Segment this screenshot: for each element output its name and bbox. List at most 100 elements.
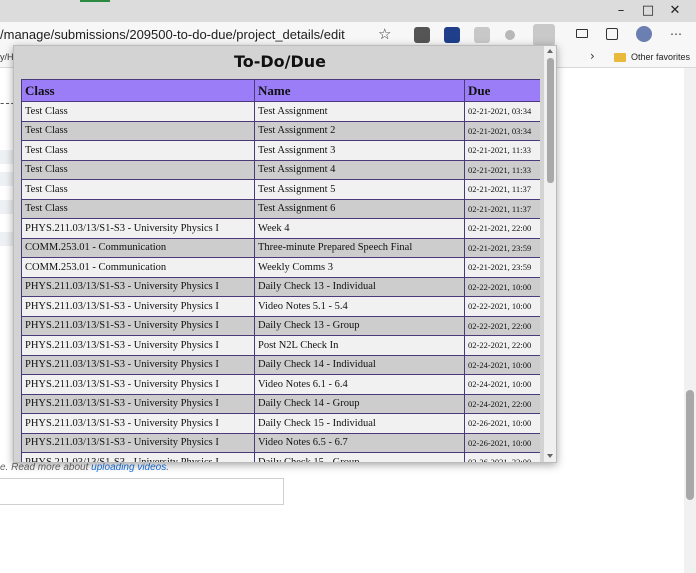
- cell-class: PHYS.211.03/13/S1-S3 - University Physic…: [21, 374, 255, 395]
- cell-class: Test Class: [21, 101, 255, 122]
- table-row[interactable]: PHYS.211.03/13/S1-S3 - University Physic…: [21, 393, 540, 414]
- cell-name: Daily Check 15 - Group: [254, 452, 465, 462]
- cell-due: 02-21-2021, 11:33: [464, 159, 540, 180]
- column-header-due[interactable]: Due: [464, 79, 540, 102]
- cell-class: Test Class: [21, 120, 255, 141]
- other-favorites[interactable]: Other favorites: [631, 52, 690, 62]
- cell-class: COMM.253.01 - Communication: [21, 257, 255, 278]
- cell-class: PHYS.211.03/13/S1-S3 - University Physic…: [21, 218, 255, 239]
- cell-name: Test Assignment 5: [254, 179, 465, 200]
- todo-table-container: Class Name Due Test Class Test Assignment…: [21, 79, 540, 462]
- cell-name: Test Assignment 4: [254, 159, 465, 180]
- cell-due: 02-26-2021, 22:00: [464, 452, 540, 462]
- table-row[interactable]: PHYS.211.03/13/S1-S3 - University Physic…: [21, 335, 540, 356]
- cell-due: 02-26-2021, 10:00: [464, 413, 540, 434]
- extension-icon[interactable]: [444, 27, 460, 43]
- cell-name: Test Assignment 6: [254, 198, 465, 219]
- popup-scrollbar[interactable]: [544, 46, 556, 462]
- page-scrollbar[interactable]: [684, 68, 696, 573]
- cell-due: 02-21-2021, 03:34: [464, 120, 540, 141]
- table-row[interactable]: PHYS.211.03/13/S1-S3 - University Physic…: [21, 374, 540, 395]
- table-row[interactable]: PHYS.211.03/13/S1-S3 - University Physic…: [21, 315, 540, 336]
- popup-title: To-Do/Due: [233, 52, 327, 71]
- cell-due: 02-22-2021, 22:00: [464, 315, 540, 336]
- table-row[interactable]: Test Class Test Assignment 5 02-21-2021, 1…: [21, 179, 540, 200]
- table-row[interactable]: PHYS.211.03/13/S1-S3 - University Physic…: [21, 452, 540, 462]
- cell-name: Daily Check 14 - Group: [254, 393, 465, 414]
- cell-name: Post N2L Check In: [254, 335, 465, 356]
- minimize-icon[interactable]: –: [612, 3, 630, 19]
- page-scrollbar-thumb[interactable]: [686, 390, 694, 500]
- cell-class: Test Class: [21, 179, 255, 200]
- cell-due: 02-22-2021, 22:00: [464, 335, 540, 356]
- cell-name: Test Assignment 3: [254, 140, 465, 161]
- upload-hint: e. Read more about uploading videos.: [0, 462, 169, 473]
- todo-due-popup: To-Do/Due Class Name Due Test Class Test …: [13, 45, 557, 463]
- table-body: Test Class Test Assignment 02-21-2021, 03:…: [21, 101, 540, 462]
- maximize-icon[interactable]: □: [639, 3, 657, 19]
- cell-class: PHYS.211.03/13/S1-S3 - University Physic…: [21, 276, 255, 297]
- table-row[interactable]: PHYS.211.03/13/S1-S3 - University Physic…: [21, 218, 540, 239]
- cell-class: Test Class: [21, 159, 255, 180]
- chevron-right-icon[interactable]: ›: [590, 49, 595, 63]
- more-menu-icon[interactable]: ⋯: [670, 27, 682, 41]
- cell-class: PHYS.211.03/13/S1-S3 - University Physic…: [21, 393, 255, 414]
- cell-name: Weekly Comms 3: [254, 257, 465, 278]
- extension-icon[interactable]: [474, 27, 490, 43]
- table-header-row: Class Name Due: [21, 79, 540, 102]
- extension-icon[interactable]: [505, 30, 515, 40]
- scroll-up-arrow-icon[interactable]: [547, 49, 553, 53]
- cell-name: Test Assignment: [254, 101, 465, 122]
- cell-name: Video Notes 6.1 - 6.4: [254, 374, 465, 395]
- cell-due: 02-21-2021, 23:59: [464, 257, 540, 278]
- scroll-down-arrow-icon[interactable]: [547, 454, 553, 458]
- extension-icon[interactable]: [414, 27, 430, 43]
- title-bar: – □ ✕: [0, 0, 696, 22]
- column-header-name[interactable]: Name: [254, 79, 465, 102]
- cell-class: PHYS.211.03/13/S1-S3 - University Physic…: [21, 315, 255, 336]
- todo-table: Class Name Due Test Class Test Assignment…: [21, 79, 540, 462]
- table-row[interactable]: PHYS.211.03/13/S1-S3 - University Physic…: [21, 432, 540, 453]
- table-row[interactable]: PHYS.211.03/13/S1-S3 - University Physic…: [21, 276, 540, 297]
- table-row[interactable]: Test Class Test Assignment 02-21-2021, 03:…: [21, 101, 540, 122]
- table-row[interactable]: Test Class Test Assignment 4 02-21-2021, 1…: [21, 159, 540, 180]
- table-row[interactable]: PHYS.211.03/13/S1-S3 - University Physic…: [21, 296, 540, 317]
- cell-due: 02-21-2021, 22:00: [464, 218, 540, 239]
- uploading-videos-link[interactable]: uploading videos: [91, 462, 166, 473]
- folder-icon: [614, 53, 626, 62]
- cell-class: PHYS.211.03/13/S1-S3 - University Physic…: [21, 296, 255, 317]
- table-row[interactable]: Test Class Test Assignment 2 02-21-2021, 0…: [21, 120, 540, 141]
- table-row[interactable]: Test Class Test Assignment 3 02-21-2021, 1…: [21, 140, 540, 161]
- cell-name: Test Assignment 2: [254, 120, 465, 141]
- collections-icon[interactable]: [606, 28, 618, 40]
- favorite-star-icon[interactable]: ☆: [378, 25, 391, 43]
- url-text[interactable]: /manage/submissions/209500-to-do-due/pro…: [0, 27, 345, 42]
- cell-class: Test Class: [21, 140, 255, 161]
- cell-due: 02-21-2021, 11:37: [464, 198, 540, 219]
- cell-due: 02-21-2021, 11:37: [464, 179, 540, 200]
- table-row[interactable]: PHYS.211.03/13/S1-S3 - University Physic…: [21, 354, 540, 375]
- cell-class: PHYS.211.03/13/S1-S3 - University Physic…: [21, 413, 255, 434]
- profile-avatar-icon[interactable]: [636, 26, 652, 42]
- column-header-class[interactable]: Class: [21, 79, 255, 102]
- cell-due: 02-24-2021, 22:00: [464, 393, 540, 414]
- table-row[interactable]: Test Class Test Assignment 6 02-21-2021, 1…: [21, 198, 540, 219]
- extension-icon[interactable]: [533, 24, 555, 46]
- cell-name: Daily Check 13 - Individual: [254, 276, 465, 297]
- text-input[interactable]: [0, 478, 284, 505]
- cell-due: 02-22-2021, 10:00: [464, 296, 540, 317]
- popup-scrollbar-thumb[interactable]: [547, 58, 554, 183]
- cell-due: 02-21-2021, 11:33: [464, 140, 540, 161]
- cell-class: Test Class: [21, 198, 255, 219]
- cell-name: Daily Check 13 - Group: [254, 315, 465, 336]
- table-row[interactable]: PHYS.211.03/13/S1-S3 - University Physic…: [21, 413, 540, 434]
- table-row[interactable]: COMM.253.01 - Communication Weekly Comms …: [21, 257, 540, 278]
- cell-name: Three-minute Prepared Speech Final: [254, 237, 465, 258]
- cast-icon[interactable]: [576, 29, 588, 38]
- cell-due: 02-24-2021, 10:00: [464, 354, 540, 375]
- cell-name: Daily Check 15 - Individual: [254, 413, 465, 434]
- cell-name: Video Notes 6.5 - 6.7: [254, 432, 465, 453]
- cell-due: 02-21-2021, 23:59: [464, 237, 540, 258]
- close-icon[interactable]: ✕: [666, 3, 684, 19]
- table-row[interactable]: COMM.253.01 - Communication Three-minute …: [21, 237, 540, 258]
